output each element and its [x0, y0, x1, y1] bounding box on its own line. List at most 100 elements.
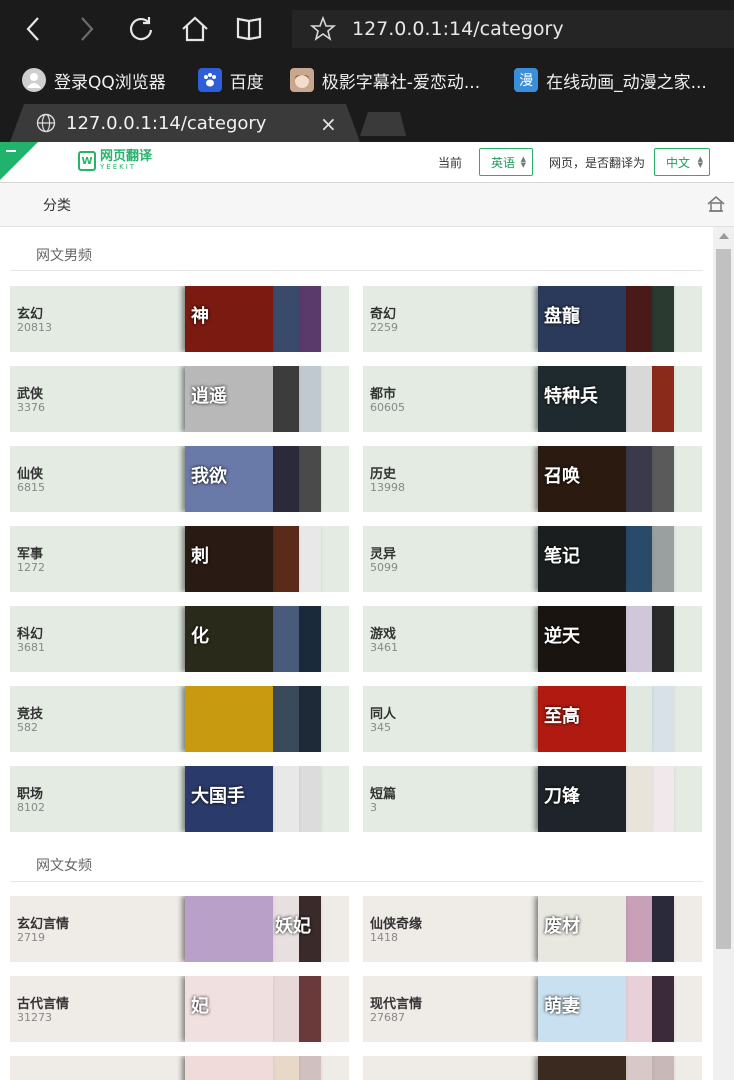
category-card[interactable]: 仙侠 6815 我欲 — [10, 446, 349, 512]
tab-category[interactable]: 127.0.0.1:14/category × — [10, 104, 360, 142]
new-tab-button[interactable] — [360, 112, 406, 136]
bookmark-dmzj[interactable]: 漫 在线动画_动漫之家... — [514, 68, 707, 93]
cover-title-art: 召唤 — [544, 466, 580, 487]
category-card[interactable]: 玄幻 20813 神 — [10, 286, 349, 352]
book-cover-image — [538, 1056, 626, 1080]
category-name: 竞技 — [17, 707, 44, 722]
book-cover-image — [269, 766, 299, 832]
category-count: 2259 — [370, 321, 398, 334]
category-card[interactable]: 历史 13998 召唤 — [363, 446, 702, 512]
category-count: 60605 — [370, 401, 405, 414]
cover-title-art: 盘龍 — [544, 306, 580, 327]
book-cover-image: 刺 — [185, 526, 273, 592]
tab-title: 127.0.0.1:14/category — [66, 112, 267, 134]
category-card[interactable]: 武侠 3376 逍遥 — [10, 366, 349, 432]
category-card[interactable] — [10, 1056, 349, 1080]
cover-title-art: 妃 — [191, 996, 209, 1017]
url-text[interactable]: 127.0.0.1:14/category — [352, 18, 564, 40]
cover-title-art: 化 — [191, 626, 209, 647]
home-button[interactable] — [180, 12, 210, 46]
category-count: 2719 — [17, 931, 45, 944]
cover-title-art: 大国手 — [191, 786, 245, 807]
category-card[interactable] — [363, 1056, 702, 1080]
book-cover-image — [622, 526, 652, 592]
category-card[interactable]: 职场 8102 大国手 — [10, 766, 349, 832]
category-name: 历史 — [370, 467, 397, 482]
baidu-paw-icon — [197, 68, 222, 92]
book-cover-image — [185, 1056, 273, 1080]
bookmark-star-icon[interactable] — [310, 16, 336, 42]
category-card[interactable]: 玄幻言情 2719 妖妃 — [10, 896, 349, 962]
category-card[interactable]: 游戏 3461 逆天 — [363, 606, 702, 672]
category-card[interactable]: 竞技 582 — [10, 686, 349, 752]
category-card[interactable]: 同人 345 至高 — [363, 686, 702, 752]
category-card[interactable]: 科幻 3681 化 — [10, 606, 349, 672]
category-card[interactable]: 灵异 5099 笔记 — [363, 526, 702, 592]
book-cover-image: 盘龍 — [538, 286, 626, 352]
source-language-select[interactable]: 英语 ▲ ▼ — [479, 148, 533, 176]
bookmark-jiying[interactable]: 极影字幕社-爱恋动... — [289, 68, 481, 93]
select-arrows-icon: ▲ ▼ — [697, 155, 703, 169]
book-cover-image: 妖妃 — [269, 896, 311, 962]
category-name: 古代言情 — [17, 997, 70, 1012]
scrollbar[interactable] — [713, 227, 734, 1080]
category-count: 3376 — [17, 401, 45, 414]
tab-strip: 127.0.0.1:14/category × — [0, 102, 734, 142]
book-cover-image: 我欲 — [185, 446, 273, 512]
bookmark-baidu[interactable]: 百度 — [197, 68, 264, 93]
yeekit-logo: W 网页翻译 YEEKIT — [78, 150, 152, 171]
page-content: 分类 网文男频 玄幻 20813 神 奇幻 2259 盘龍 武侠 3376 逍遥 都市 60605 特种… — [0, 183, 734, 1080]
book-cover-image — [622, 976, 652, 1042]
page-header: 分类 — [0, 183, 734, 227]
category-card[interactable]: 古代言情 31273 妃 — [10, 976, 349, 1042]
bookmark-qq-login[interactable]: 登录QQ浏览器 — [22, 68, 166, 93]
category-count: 3 — [370, 801, 377, 814]
cover-title-art: 我欲 — [191, 466, 227, 487]
book-cover-image — [269, 1056, 299, 1080]
scroll-up-icon[interactable] — [719, 233, 729, 239]
target-language-select[interactable]: 中文 ▲ ▼ — [654, 148, 710, 176]
category-card[interactable]: 奇幻 2259 盘龍 — [363, 286, 702, 352]
book-cover-image — [622, 366, 652, 432]
forward-arrow-icon — [81, 17, 94, 41]
book-cover-image: 笔记 — [538, 526, 626, 592]
book-cover-image — [185, 896, 273, 962]
book-cover-image — [269, 286, 299, 352]
category-count: 6815 — [17, 481, 45, 494]
reload-icon — [129, 17, 153, 41]
minus-icon[interactable] — [6, 150, 16, 152]
translation-bar: W 网页翻译 YEEKIT 当前 英语 ▲ ▼ 网页，是否翻译为 中文 ▲ ▼ — [0, 142, 734, 183]
section-title: 网文女频 — [36, 858, 92, 874]
close-icon[interactable]: × — [320, 112, 337, 136]
forward-button[interactable] — [72, 12, 102, 46]
category-card[interactable]: 军事 1272 刺 — [10, 526, 349, 592]
book-cover-image — [622, 686, 652, 752]
category-count: 8102 — [17, 801, 45, 814]
book-cover-image: 刀锋 — [538, 766, 626, 832]
category-card[interactable]: 短篇 3 刀锋 — [363, 766, 702, 832]
cover-title-art: 逆天 — [544, 626, 580, 647]
home-icon — [182, 16, 208, 42]
reader-button[interactable] — [234, 12, 264, 46]
category-name: 玄幻言情 — [17, 917, 70, 932]
category-name: 仙侠 — [17, 467, 44, 482]
page-title: 分类 — [43, 198, 71, 214]
category-card[interactable]: 仙侠奇缘 1418 废材 — [363, 896, 702, 962]
category-card[interactable]: 现代言情 27687 萌妻 — [363, 976, 702, 1042]
book-cover-image — [269, 606, 299, 672]
back-button[interactable] — [18, 12, 48, 46]
section-divider — [10, 270, 703, 271]
bookmarks-bar: 登录QQ浏览器 百度 极影字幕社-爱恋动... 漫 在线动画_动漫之家... — [0, 58, 734, 102]
scrollbar-thumb[interactable] — [716, 249, 731, 949]
category-name: 灵异 — [370, 547, 397, 562]
reload-button[interactable] — [126, 12, 156, 46]
book-cover-image — [622, 286, 652, 352]
bookmark-label: 极影字幕社-爱恋动... — [321, 72, 481, 93]
home-icon[interactable] — [707, 195, 725, 213]
category-name: 奇幻 — [370, 307, 397, 322]
cover-title-art: 神 — [191, 306, 209, 327]
address-bar[interactable]: 127.0.0.1:14/category — [292, 10, 734, 48]
book-cover-image: 至高 — [538, 686, 626, 752]
category-card[interactable]: 都市 60605 特种兵 — [363, 366, 702, 432]
anime-avatar-icon — [289, 68, 314, 92]
